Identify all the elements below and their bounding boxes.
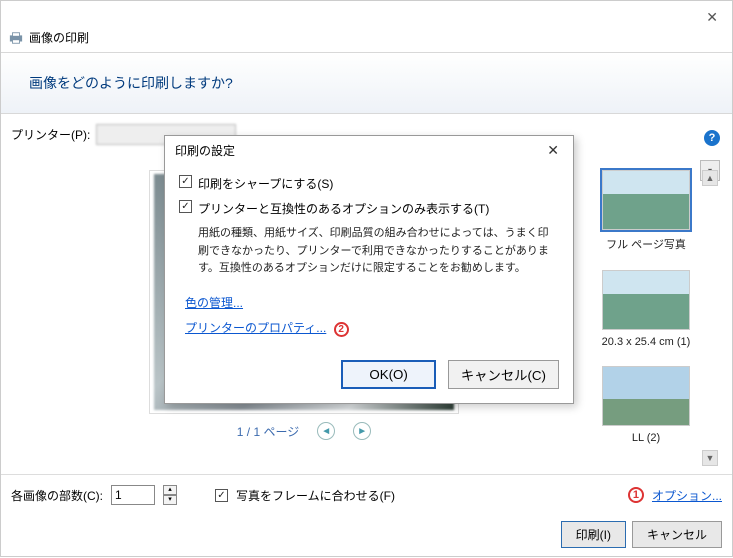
compat-description: 用紙の種類、用紙サイズ、印刷品質の組み合わせによっては、うまく印刷できなかったり… <box>198 225 551 278</box>
layout-label: 20.3 x 25.4 cm (1) <box>590 336 702 348</box>
footer-buttons: 印刷(I) キャンセル <box>1 515 732 558</box>
layout-thumb <box>602 366 690 426</box>
options-link[interactable]: オプション... <box>652 487 722 504</box>
dialog-title: 印刷の設定 <box>175 142 235 159</box>
layout-item-full[interactable]: フル ページ写真 <box>590 170 702 252</box>
copies-input[interactable] <box>111 485 155 505</box>
window-title: 画像の印刷 <box>29 29 89 46</box>
fit-frame-label: 写真をフレームに合わせる(F) <box>236 487 395 504</box>
pager-text: 1 / 1 ページ <box>237 423 299 440</box>
question-text: 画像をどのように印刷しますか? <box>29 75 233 91</box>
sharpen-checkbox[interactable] <box>179 175 192 188</box>
copies-label: 各画像の部数(C): <box>11 487 103 504</box>
help-icon[interactable]: ? <box>704 130 720 146</box>
layout-scroll-down[interactable]: ▼ <box>702 450 718 466</box>
layout-label: フル ページ写真 <box>590 236 702 252</box>
footer-row: 各画像の部数(C): ▴▾ 写真をフレームに合わせる(F) 1 オプション... <box>1 474 732 515</box>
layout-item-ll[interactable]: LL (2) <box>590 366 702 444</box>
layout-rail: フル ページ写真 20.3 x 25.4 cm (1) LL (2) <box>590 170 702 466</box>
annotation-badge-2: 2 <box>334 322 349 337</box>
ok-button[interactable]: OK(O) <box>341 360 436 389</box>
dialog-close-icon[interactable]: ✕ <box>543 142 563 159</box>
printer-label: プリンター(P): <box>11 126 90 143</box>
sharpen-label: 印刷をシャープにする(S) <box>198 175 333 192</box>
layout-thumb <box>602 270 690 330</box>
question-heading: 画像をどのように印刷しますか? <box>1 53 732 114</box>
next-page-button[interactable]: ► <box>353 422 371 440</box>
layout-thumb <box>602 170 690 230</box>
dialog-cancel-button[interactable]: キャンセル(C) <box>448 360 559 389</box>
printer-properties-link[interactable]: プリンターのプロパティ... <box>185 319 326 336</box>
print-button[interactable]: 印刷(I) <box>561 521 626 548</box>
print-settings-dialog: 印刷の設定 ✕ 印刷をシャープにする(S) プリンターと互換性のあるオプションの… <box>164 135 574 404</box>
compat-checkbox[interactable] <box>179 200 192 213</box>
print-pictures-window: ✕ 画像の印刷 画像をどのように印刷しますか? プリンター(P): ▾ ? 1 … <box>0 0 733 557</box>
fit-frame-checkbox[interactable] <box>215 489 228 502</box>
layout-item-8x10[interactable]: 20.3 x 25.4 cm (1) <box>590 270 702 348</box>
compat-label: プリンターと互換性のあるオプションのみ表示する(T) <box>198 200 489 217</box>
annotation-badge-1: 1 <box>628 487 644 503</box>
window-title-bar: 画像の印刷 <box>1 1 732 52</box>
layout-label: LL (2) <box>590 432 702 444</box>
color-management-link[interactable]: 色の管理... <box>185 294 243 311</box>
prev-page-button[interactable]: ◄ <box>317 422 335 440</box>
layout-scroll-up[interactable]: ▲ <box>702 170 718 186</box>
print-icon <box>9 31 23 45</box>
copies-spinner[interactable]: ▴▾ <box>163 485 177 505</box>
close-icon[interactable]: ✕ <box>706 9 718 26</box>
cancel-button[interactable]: キャンセル <box>632 521 722 548</box>
